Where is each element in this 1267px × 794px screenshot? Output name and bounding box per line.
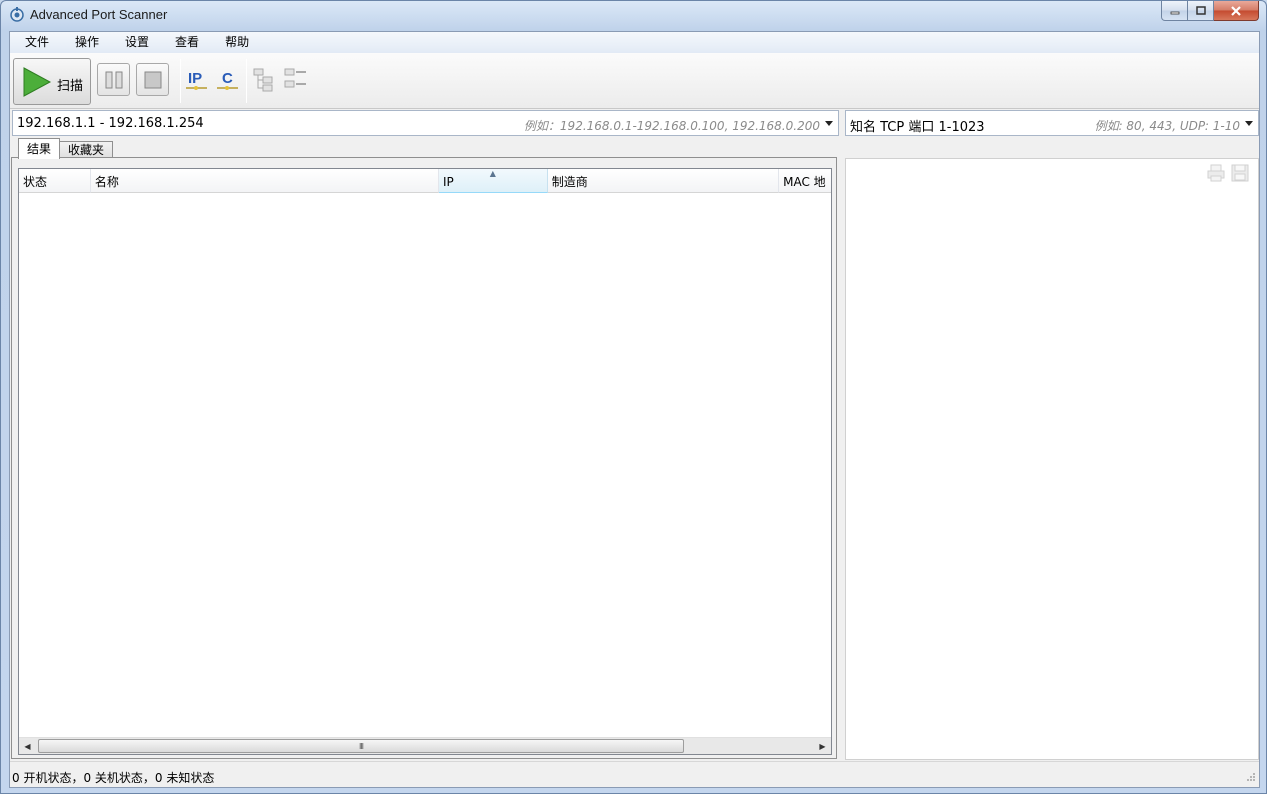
- column-mac[interactable]: MAC 地: [779, 169, 831, 193]
- window-controls: [1161, 1, 1259, 21]
- column-ip-label: IP: [442, 175, 454, 189]
- chevron-down-icon[interactable]: [1245, 121, 1253, 126]
- expand-all-icon[interactable]: [251, 65, 279, 93]
- ip-subnet-icon[interactable]: IP: [183, 65, 211, 93]
- column-vendor[interactable]: 制造商: [547, 169, 780, 193]
- collapse-all-icon[interactable]: [282, 65, 310, 93]
- save-icon[interactable]: [1230, 163, 1250, 183]
- minimize-button[interactable]: [1161, 1, 1188, 21]
- results-grid[interactable]: 状态 名称 ▲ IP 制造商 MAC 地 ◀ III ▶: [18, 168, 832, 755]
- input-row: 192.168.1.1 - 192.168.1.254 例如：192.168.0…: [10, 110, 1259, 136]
- column-name[interactable]: 名称: [90, 169, 439, 193]
- svg-text:C: C: [222, 70, 233, 87]
- menu-help[interactable]: 帮助: [215, 32, 259, 53]
- tab-results[interactable]: 结果: [18, 138, 61, 159]
- ports-hint: 例如: 80, 443, UDP: 1-10: [1094, 119, 1240, 133]
- window-title: Advanced Port Scanner: [30, 7, 168, 22]
- svg-text:IP: IP: [188, 70, 202, 87]
- horizontal-scrollbar[interactable]: ◀ III ▶: [19, 737, 831, 754]
- menu-settings[interactable]: 设置: [115, 32, 159, 53]
- grid-header: 状态 名称 ▲ IP 制造商 MAC 地: [19, 169, 831, 193]
- details-panel: [845, 158, 1259, 760]
- toolbar-separator: [246, 59, 247, 103]
- chevron-down-icon[interactable]: [825, 121, 833, 126]
- maximize-icon: [1195, 5, 1206, 15]
- menu-bar: 文件 操作 设置 查看 帮助: [10, 32, 1259, 53]
- scan-button[interactable]: 扫描: [13, 58, 91, 105]
- app-window: Advanced Port Scanner 文件 操作 设置 查看 帮助 扫描 …: [0, 0, 1267, 794]
- menu-file[interactable]: 文件: [15, 32, 59, 53]
- results-panel: 状态 名称 ▲ IP 制造商 MAC 地 ◀ III ▶: [11, 157, 837, 759]
- minimize-icon: [1170, 11, 1179, 14]
- ports-combobox[interactable]: 知名 TCP 端口 1-1023 例如: 80, 443, UDP: 1-10: [845, 110, 1259, 136]
- details-toolbar: [1206, 163, 1250, 183]
- print-icon[interactable]: [1206, 163, 1226, 183]
- ip-range-combobox[interactable]: 192.168.1.1 - 192.168.1.254 例如：192.168.0…: [12, 110, 839, 136]
- stop-button[interactable]: [136, 63, 169, 96]
- scrollbar-thumb[interactable]: III: [38, 739, 684, 753]
- pause-icon: [105, 71, 122, 88]
- pause-button[interactable]: [97, 63, 130, 96]
- scroll-left-icon[interactable]: ◀: [19, 738, 36, 754]
- menu-actions[interactable]: 操作: [65, 32, 109, 53]
- sort-ascending-icon: ▲: [489, 169, 496, 178]
- ip-range-hint: 例如：192.168.0.1-192.168.0.100, 192.168.0.…: [523, 119, 820, 133]
- scan-label: 扫描: [57, 79, 84, 94]
- c-subnet-icon[interactable]: C: [214, 65, 242, 93]
- stop-icon: [144, 71, 161, 88]
- play-icon: [23, 67, 52, 97]
- scrollbar-grip: III: [358, 742, 364, 751]
- column-ip[interactable]: ▲ IP: [438, 169, 548, 193]
- toolbar: 扫描 IP C: [10, 53, 1259, 109]
- app-icon: [10, 7, 24, 22]
- column-status[interactable]: 状态: [19, 169, 91, 193]
- menu-view[interactable]: 查看: [165, 32, 209, 53]
- client-area: 文件 操作 设置 查看 帮助 扫描 IP C 192.168.1.1 - 192…: [9, 31, 1260, 788]
- scroll-right-icon[interactable]: ▶: [814, 738, 831, 754]
- toolbar-separator: [180, 59, 181, 103]
- ip-range-value: 192.168.1.1 - 192.168.1.254: [17, 116, 204, 131]
- status-text: 0 开机状态，0 关机状态，0 未知状态: [12, 771, 215, 785]
- tab-strip: 结果 收藏夹: [18, 138, 114, 159]
- title-bar[interactable]: Advanced Port Scanner: [1, 1, 1266, 30]
- status-bar: 0 开机状态，0 关机状态，0 未知状态: [10, 761, 1259, 787]
- close-button[interactable]: [1214, 1, 1259, 21]
- close-icon: [1231, 5, 1241, 16]
- resize-grip-icon[interactable]: [1244, 772, 1256, 784]
- maximize-button[interactable]: [1188, 1, 1214, 21]
- ports-value: 知名 TCP 端口 1-1023: [850, 120, 985, 135]
